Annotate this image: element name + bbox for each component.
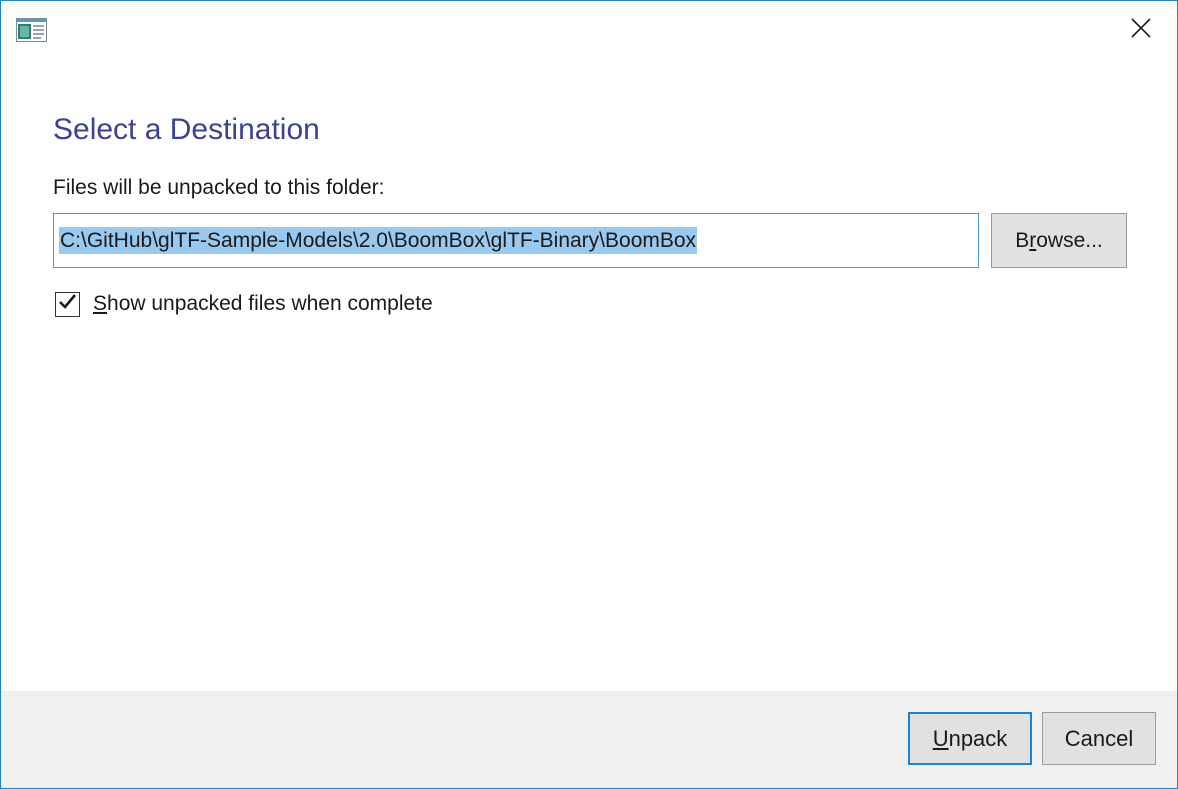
unpack-button[interactable]: Unpack	[908, 712, 1032, 765]
browse-button[interactable]: Browse...	[991, 213, 1127, 268]
destination-path-value: C:\GitHub\glTF-Sample-Models\2.0\BoomBox…	[59, 227, 698, 254]
destination-folder-label: Files will be unpacked to this folder:	[53, 176, 385, 199]
cancel-button[interactable]: Cancel	[1042, 712, 1156, 765]
destination-path-input[interactable]: C:\GitHub\glTF-Sample-Models\2.0\BoomBox…	[53, 213, 979, 268]
close-button[interactable]	[1105, 1, 1177, 59]
dialog-window: Select a Destination Files will be unpac…	[0, 0, 1178, 789]
cancel-button-label: Cancel	[1064, 725, 1134, 751]
page-title: Select a Destination	[53, 113, 320, 146]
checkmark-icon	[58, 293, 77, 315]
installer-app-icon	[16, 18, 47, 42]
show-files-checkbox-label: Show unpacked files when complete	[93, 292, 433, 315]
close-icon	[1130, 17, 1152, 44]
browse-button-label: Browse...	[1015, 228, 1103, 252]
show-files-checkbox[interactable]	[55, 291, 80, 317]
title-bar[interactable]	[1, 1, 1177, 59]
dialog-footer: Unpack Cancel	[1, 691, 1177, 788]
unpack-button-label: Unpack	[932, 725, 1008, 751]
show-files-option[interactable]: Show unpacked files when complete	[55, 289, 433, 319]
